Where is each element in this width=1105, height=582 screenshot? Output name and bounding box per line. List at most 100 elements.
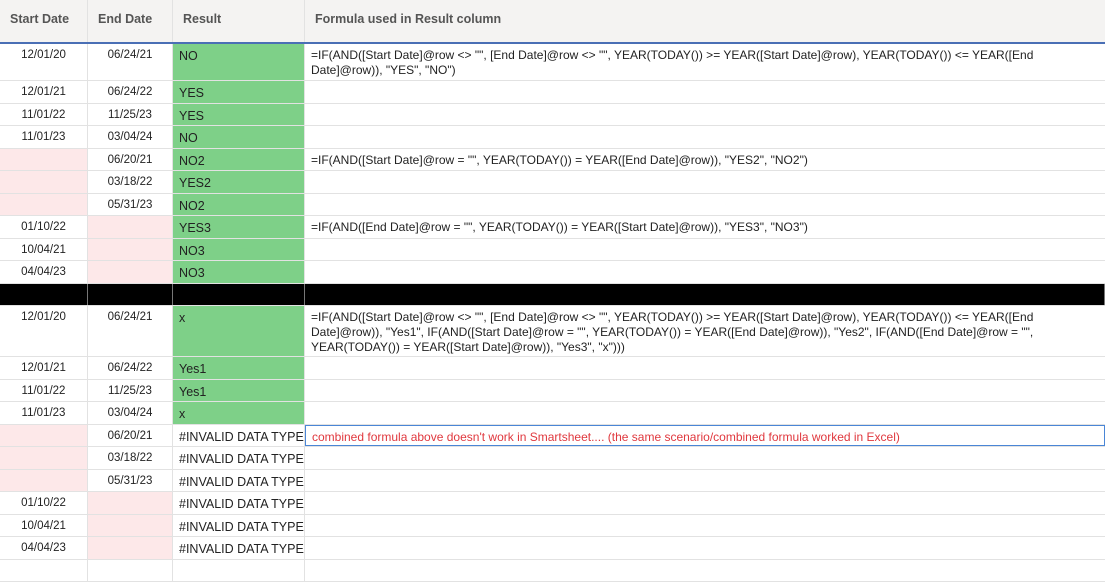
- cell-start-date[interactable]: [0, 447, 88, 469]
- cell-result[interactable]: YES3: [173, 216, 305, 238]
- cell-formula[interactable]: [305, 515, 1105, 537]
- cell-end-date[interactable]: [88, 560, 173, 582]
- cell-formula[interactable]: =IF(AND([Start Date]@row <> "", [End Dat…: [305, 306, 1105, 356]
- cell-start-date[interactable]: 12/01/21: [0, 357, 88, 379]
- cell-end-date[interactable]: 06/24/21: [88, 306, 173, 356]
- cell-start-date[interactable]: [0, 149, 88, 171]
- cell-end-date[interactable]: 03/18/22: [88, 171, 173, 193]
- cell-result[interactable]: [173, 560, 305, 582]
- cell-result[interactable]: NO: [173, 126, 305, 148]
- cell-end-date[interactable]: 06/24/22: [88, 81, 173, 103]
- cell-result[interactable]: NO3: [173, 261, 305, 283]
- cell-formula[interactable]: [305, 560, 1105, 582]
- cell-start-date[interactable]: [0, 284, 88, 306]
- cell-end-date[interactable]: 03/04/24: [88, 402, 173, 424]
- cell-result[interactable]: YES: [173, 81, 305, 103]
- cell-formula[interactable]: [305, 261, 1105, 283]
- cell-formula[interactable]: =IF(AND([Start Date]@row <> "", [End Dat…: [305, 44, 1105, 80]
- cell-start-date[interactable]: [0, 470, 88, 492]
- column-header-end-date[interactable]: End Date: [88, 0, 173, 42]
- cell-formula[interactable]: [305, 447, 1105, 469]
- cell-end-date[interactable]: [88, 239, 173, 261]
- cell-formula[interactable]: [305, 239, 1105, 261]
- cell-end-date[interactable]: 06/24/22: [88, 357, 173, 379]
- cell-formula[interactable]: [305, 194, 1105, 216]
- cell-start-date[interactable]: 01/10/22: [0, 216, 88, 238]
- cell-result[interactable]: NO: [173, 44, 305, 80]
- cell-formula[interactable]: [305, 492, 1105, 514]
- cell-formula[interactable]: [305, 284, 1105, 306]
- cell-start-date[interactable]: 11/01/23: [0, 402, 88, 424]
- cell-end-date[interactable]: 06/20/21: [88, 149, 173, 171]
- cell-result[interactable]: YES: [173, 104, 305, 126]
- cell-start-date[interactable]: 12/01/21: [0, 81, 88, 103]
- cell-end-date[interactable]: [88, 515, 173, 537]
- table-row: 01/10/22 #INVALID DATA TYPE: [0, 492, 1105, 515]
- cell-result[interactable]: #INVALID DATA TYPE: [173, 447, 305, 469]
- cell-start-date[interactable]: [0, 171, 88, 193]
- table-row: 10/04/21 #INVALID DATA TYPE: [0, 515, 1105, 538]
- column-header-start-date[interactable]: Start Date: [0, 0, 88, 42]
- cell-end-date[interactable]: 06/24/21: [88, 44, 173, 80]
- cell-start-date[interactable]: 11/01/22: [0, 380, 88, 402]
- cell-result[interactable]: NO2: [173, 149, 305, 171]
- cell-formula[interactable]: [305, 126, 1105, 148]
- cell-start-date[interactable]: 10/04/21: [0, 515, 88, 537]
- cell-formula[interactable]: [305, 380, 1105, 402]
- cell-start-date[interactable]: 10/04/21: [0, 239, 88, 261]
- cell-result[interactable]: x: [173, 306, 305, 356]
- cell-end-date[interactable]: [88, 492, 173, 514]
- cell-result[interactable]: #INVALID DATA TYPE: [173, 470, 305, 492]
- column-header-formula[interactable]: Formula used in Result column: [305, 0, 1105, 42]
- cell-end-date[interactable]: 03/18/22: [88, 447, 173, 469]
- cell-end-date[interactable]: [88, 216, 173, 238]
- cell-formula[interactable]: [305, 171, 1105, 193]
- cell-result[interactable]: #INVALID DATA TYPE: [173, 492, 305, 514]
- table-row: 12/01/2106/24/22Yes1: [0, 357, 1105, 380]
- cell-formula[interactable]: =IF(AND([Start Date]@row = "", YEAR(TODA…: [305, 149, 1105, 171]
- cell-end-date[interactable]: [88, 261, 173, 283]
- cell-start-date[interactable]: 11/01/23: [0, 126, 88, 148]
- cell-end-date[interactable]: 03/04/24: [88, 126, 173, 148]
- cell-end-date[interactable]: [88, 284, 173, 306]
- sheet-grid: Start Date End Date Result Formula used …: [0, 0, 1105, 582]
- cell-end-date[interactable]: 05/31/23: [88, 194, 173, 216]
- cell-formula[interactable]: [305, 357, 1105, 379]
- cell-comment-note[interactable]: combined formula above doesn't work in S…: [305, 425, 1105, 447]
- cell-formula[interactable]: [305, 81, 1105, 103]
- cell-start-date[interactable]: 12/01/20: [0, 306, 88, 356]
- cell-result[interactable]: #INVALID DATA TYPE: [173, 515, 305, 537]
- cell-result[interactable]: Yes1: [173, 380, 305, 402]
- cell-end-date[interactable]: 11/25/23: [88, 380, 173, 402]
- table-row: 04/04/23 #INVALID DATA TYPE: [0, 537, 1105, 560]
- cell-end-date[interactable]: 06/20/21: [88, 425, 173, 447]
- cell-formula[interactable]: =IF(AND([End Date]@row = "", YEAR(TODAY(…: [305, 216, 1105, 238]
- cell-start-date[interactable]: 04/04/23: [0, 537, 88, 559]
- cell-result[interactable]: NO2: [173, 194, 305, 216]
- cell-result[interactable]: NO3: [173, 239, 305, 261]
- cell-result[interactable]: YES2: [173, 171, 305, 193]
- cell-start-date[interactable]: 12/01/20: [0, 44, 88, 80]
- cell-start-date[interactable]: 01/10/22: [0, 492, 88, 514]
- cell-start-date[interactable]: 11/01/22: [0, 104, 88, 126]
- table-row: 12/01/2006/24/21x=IF(AND([Start Date]@ro…: [0, 306, 1105, 357]
- cell-result[interactable]: #INVALID DATA TYPE: [173, 537, 305, 559]
- cell-formula[interactable]: [305, 470, 1105, 492]
- cell-formula[interactable]: [305, 537, 1105, 559]
- cell-result[interactable]: Yes1: [173, 357, 305, 379]
- column-header-result[interactable]: Result: [173, 0, 305, 42]
- separator-row: [0, 284, 1105, 307]
- cell-start-date[interactable]: [0, 425, 88, 447]
- cell-end-date[interactable]: 11/25/23: [88, 104, 173, 126]
- cell-start-date[interactable]: 04/04/23: [0, 261, 88, 283]
- cell-result[interactable]: #INVALID DATA TYPE: [173, 425, 305, 447]
- cell-formula[interactable]: [305, 104, 1105, 126]
- cell-end-date[interactable]: [88, 537, 173, 559]
- cell-formula[interactable]: [305, 402, 1105, 424]
- cell-end-date[interactable]: 05/31/23: [88, 470, 173, 492]
- cell-start-date[interactable]: [0, 194, 88, 216]
- cell-start-date[interactable]: [0, 560, 88, 582]
- cell-result[interactable]: x: [173, 402, 305, 424]
- table-row: 11/01/2303/04/24x: [0, 402, 1105, 425]
- cell-result[interactable]: [173, 284, 305, 306]
